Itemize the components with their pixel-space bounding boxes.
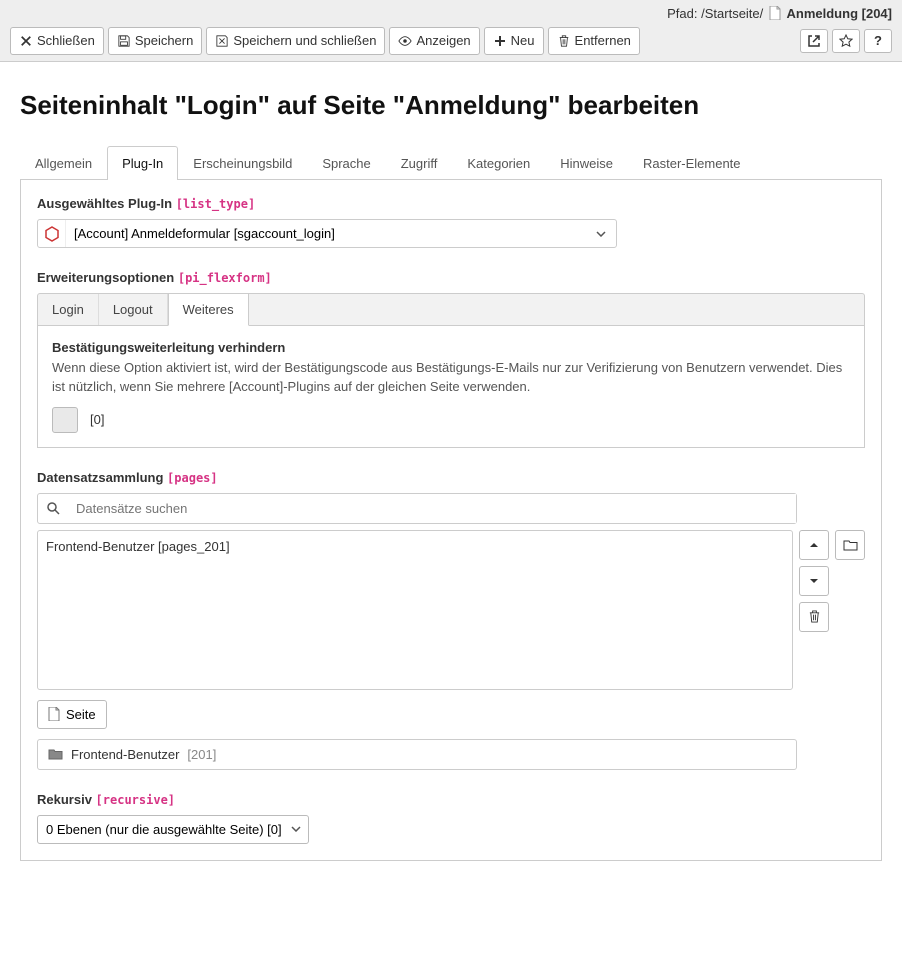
breadcrumb-prefix: Pfad: <box>667 6 697 21</box>
star-icon <box>839 34 853 48</box>
subtab-weiteres[interactable]: Weiteres <box>168 294 249 326</box>
close-button[interactable]: Schließen <box>10 27 104 55</box>
breadcrumb: Pfad: /Startseite/ Anmeldung [204] <box>10 6 892 21</box>
move-up-button[interactable] <box>799 530 829 560</box>
close-icon <box>19 34 33 48</box>
breadcrumb-current: Anmeldung <box>787 6 859 21</box>
arrow-up-icon <box>809 542 819 548</box>
record-id: [201] <box>187 747 216 762</box>
plus-icon <box>493 34 507 48</box>
record-name: Frontend-Benutzer <box>71 747 179 762</box>
pages-listbox[interactable]: Frontend-Benutzer [pages_201] <box>37 530 793 690</box>
tab-hinweise[interactable]: Hinweise <box>545 146 628 180</box>
help-button[interactable]: ? <box>864 29 892 53</box>
save-icon <box>117 34 131 48</box>
option-title: Bestätigungsweiterleitung verhindern <box>52 340 850 355</box>
toolbar: Schließen Speichern Speichern und schlie… <box>10 27 892 55</box>
arrow-down-icon <box>809 578 819 584</box>
recursive-select[interactable]: 0 Ebenen (nur die ausgewählte Seite) [0] <box>37 815 309 844</box>
eye-icon <box>398 34 412 48</box>
folder-icon <box>48 748 63 760</box>
selected-record: Frontend-Benutzer [201] <box>37 739 797 770</box>
save-close-icon <box>215 34 229 48</box>
share-button[interactable] <box>800 29 828 53</box>
pages-label: Datensatzsammlung [pages] <box>37 470 865 485</box>
delete-button[interactable]: Entfernen <box>548 27 640 55</box>
remove-item-button[interactable] <box>799 602 829 632</box>
tab-raster[interactable]: Raster-Elemente <box>628 146 756 180</box>
browse-button[interactable] <box>835 530 865 560</box>
page-icon <box>769 6 781 20</box>
option-desc: Wenn diese Option aktiviert ist, wird de… <box>52 359 850 397</box>
page-icon <box>48 707 60 721</box>
save-close-button[interactable]: Speichern und schließen <box>206 27 385 55</box>
trash-icon <box>808 610 821 623</box>
show-button[interactable]: Anzeigen <box>389 27 479 55</box>
page-type-button[interactable]: Seite <box>37 700 107 729</box>
plugin-select-input[interactable]: [Account] Anmeldeformular [sgaccount_log… <box>66 220 586 247</box>
chevron-down-icon <box>586 220 616 247</box>
pages-search[interactable] <box>37 493 797 524</box>
new-button[interactable]: Neu <box>484 27 544 55</box>
pages-search-input[interactable] <box>68 494 796 523</box>
list-item[interactable]: Frontend-Benutzer [pages_201] <box>46 537 784 556</box>
tab-zugriff[interactable]: Zugriff <box>386 146 453 180</box>
breadcrumb-root[interactable]: /Startseite/ <box>701 6 763 21</box>
tab-plugin[interactable]: Plug-In <box>107 146 178 180</box>
folder-icon <box>843 539 858 551</box>
tab-kategorien[interactable]: Kategorien <box>452 146 545 180</box>
plugin-icon <box>38 220 66 247</box>
page-title: Seiteninhalt "Login" auf Seite "Anmeldun… <box>20 90 882 121</box>
trash-icon <box>557 34 571 48</box>
plugin-label: Ausgewähltes Plug-In [list_type] <box>37 196 865 211</box>
save-button[interactable]: Speichern <box>108 27 203 55</box>
main-tabs: Allgemein Plug-In Erscheinungsbild Sprac… <box>20 145 882 180</box>
flex-label: Erweiterungsoptionen [pi_flexform] <box>37 270 865 285</box>
breadcrumb-id: [204] <box>862 6 892 21</box>
checkbox-value-label: [0] <box>90 412 104 427</box>
help-icon: ? <box>871 34 885 48</box>
recursive-label: Rekursiv [recursive] <box>37 792 865 807</box>
subtab-logout[interactable]: Logout <box>99 294 168 325</box>
plugin-select[interactable]: [Account] Anmeldeformular [sgaccount_log… <box>37 219 617 248</box>
move-down-button[interactable] <box>799 566 829 596</box>
tab-allgemein[interactable]: Allgemein <box>20 146 107 180</box>
tab-sprache[interactable]: Sprache <box>307 146 385 180</box>
subtab-login[interactable]: Login <box>38 294 99 325</box>
search-icon <box>38 494 68 523</box>
external-link-icon <box>807 34 821 48</box>
flex-subtabs: Login Logout Weiteres <box>37 293 865 325</box>
bookmark-button[interactable] <box>832 29 860 53</box>
tab-erscheinungsbild[interactable]: Erscheinungsbild <box>178 146 307 180</box>
prevent-redirect-checkbox[interactable] <box>52 407 78 433</box>
